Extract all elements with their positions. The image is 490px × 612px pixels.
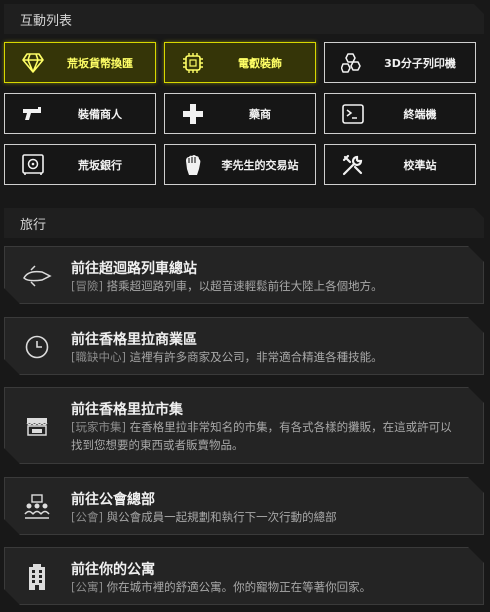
arasaka-bank-label: 荒坂銀行	[78, 158, 122, 172]
travel-hyperloop-text: 搭乘超迴路列車，以超音速輕鬆前往大陸上各個地方。	[102, 279, 383, 293]
travel-hyperloop-desc: [冒險] 搭乘超迴路列車，以超音速輕鬆前往大陸上各個地方。	[71, 277, 463, 295]
fist-icon	[181, 153, 205, 177]
terminal-button[interactable]: 終端機	[324, 93, 476, 134]
apartment-icon	[19, 559, 55, 595]
molecule-printer-button[interactable]: 3D分子列印機	[324, 42, 476, 83]
molecule-printer-label: 3D分子列印機	[384, 56, 456, 70]
clock-icon	[19, 329, 55, 365]
equipment-merchant-label: 裝備商人	[78, 107, 122, 121]
travel-market-tag: [玩家市集]	[71, 420, 126, 434]
travel-guild-hq-tag: [公會]	[71, 510, 103, 524]
travel-section-header: 旅行	[4, 208, 484, 238]
travel-hyperloop-title: 前往超迴路列車總站	[71, 261, 197, 277]
travel-hyperloop-card[interactable]: 前往超迴路列車總站 [冒險] 搭乘超迴路列車，以超音速輕鬆前往大陸上各個地方。	[4, 246, 484, 304]
calibration-station-label: 校準站	[403, 158, 437, 172]
guild-icon	[19, 489, 55, 525]
calibration-station-button[interactable]: 校準站	[324, 144, 476, 185]
chip-decoration-label: 電叡裝飾	[238, 56, 282, 70]
travel-guild-hq-desc: [公會] 與公會成員一起規劃和執行下一次行動的總部	[71, 508, 463, 526]
equipment-merchant-button[interactable]: 裝備商人	[4, 93, 156, 134]
travel-guild-hq-card[interactable]: 前往公會總部 [公會] 與公會成員一起規劃和執行下一次行動的總部	[4, 477, 484, 535]
arasaka-bank-button[interactable]: 荒坂銀行	[4, 144, 156, 185]
travel-business-district-tag: [職缺中心]	[71, 350, 126, 364]
travel-apartment-card[interactable]: 前往你的公寓 [公寓] 你在城市裡的舒適公寓。你的寵物正在等著你回家。	[4, 547, 484, 605]
interact-section-header: 互動列表	[4, 4, 484, 34]
travel-apartment-tag: [公寓]	[71, 580, 103, 594]
travel-market-desc: [玩家市集] 在香格里拉非常知名的市集，有各式各樣的攤販，在這或許可以找到您想要…	[71, 418, 463, 454]
travel-hyperloop-tag: [冒險]	[71, 279, 103, 293]
travel-market-title: 前往香格里拉市集	[71, 402, 183, 418]
travel-business-district-title: 前往香格里拉商業區	[71, 332, 197, 348]
chip-decoration-button[interactable]: 電叡裝飾	[164, 42, 316, 83]
travel-business-district-text: 這裡有許多商家及公司，非常適合精進各種技能。	[125, 350, 383, 364]
currency-exchange-button[interactable]: 荒坂貨幣換匯	[4, 42, 156, 83]
chip-icon	[181, 51, 205, 75]
travel-business-district-card[interactable]: 前往香格里拉商業區 [職缺中心] 這裡有許多商家及公司，非常適合精進各種技能。	[4, 317, 484, 375]
pharmacist-label: 藥商	[249, 107, 271, 121]
travel-market-card[interactable]: 前往香格里拉市集 [玩家市集] 在香格里拉非常知名的市集，有各式各樣的攤販，在這…	[4, 387, 484, 464]
currency-exchange-label: 荒坂貨幣換匯	[67, 56, 133, 70]
pharmacist-button[interactable]: 藥商	[164, 93, 316, 134]
train-icon	[19, 258, 55, 294]
travel-section-title: 旅行	[20, 218, 47, 233]
terminal-label: 終端機	[403, 107, 437, 121]
travel-business-district-desc: [職缺中心] 這裡有許多商家及公司，非常適合精進各種技能。	[71, 348, 463, 366]
tools-icon	[341, 153, 365, 177]
mr-lee-trading-post-label: 李先生的交易站	[221, 158, 299, 172]
travel-guild-hq-title: 前往公會總部	[71, 492, 155, 508]
travel-apartment-text: 你在城市裡的舒適公寓。你的寵物正在等著你回家。	[102, 580, 372, 594]
market-stall-icon	[19, 408, 55, 444]
diamond-icon	[21, 51, 45, 75]
terminal-icon	[341, 102, 365, 126]
medical-cross-icon	[181, 102, 205, 126]
travel-market-text: 在香格里拉非常知名的市集，有各式各樣的攤販，在這或許可以找到您想要的東西或者販賣…	[71, 420, 452, 452]
gun-icon	[21, 102, 45, 126]
mr-lee-trading-post-button[interactable]: 李先生的交易站	[164, 144, 316, 185]
travel-guild-hq-text: 與公會成員一起規劃和執行下一次行動的總部	[102, 510, 337, 524]
travel-apartment-desc: [公寓] 你在城市裡的舒適公寓。你的寵物正在等著你回家。	[71, 578, 463, 596]
interact-section-title: 互動列表	[20, 14, 73, 29]
travel-apartment-title: 前往你的公寓	[71, 562, 155, 578]
molecule-icon	[341, 51, 365, 75]
safe-icon	[21, 153, 45, 177]
